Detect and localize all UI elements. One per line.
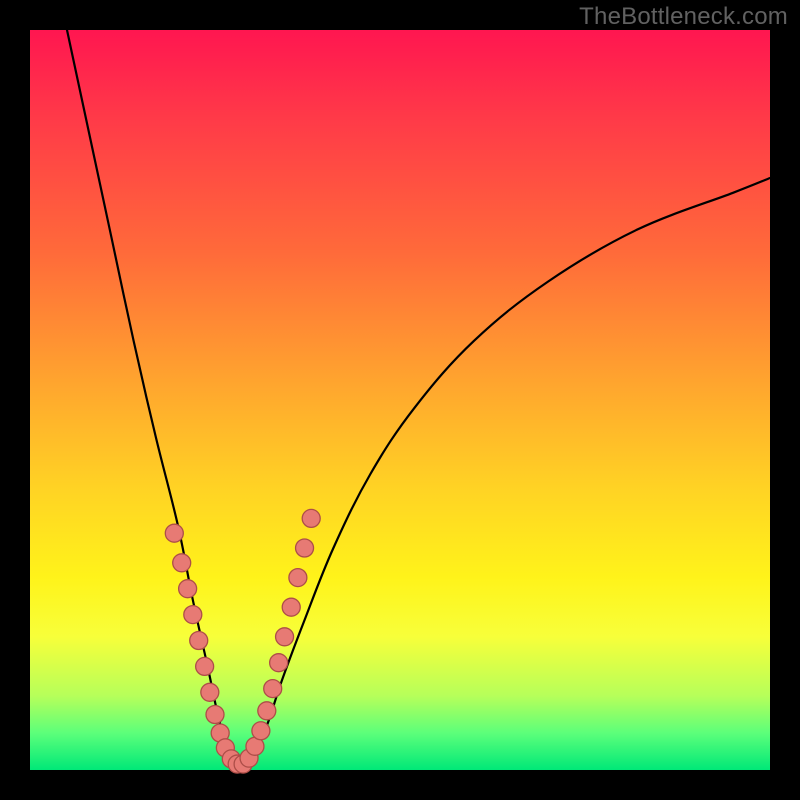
highlight-dot	[276, 628, 294, 646]
highlight-dot	[258, 702, 276, 720]
highlight-dot	[179, 580, 197, 598]
chart-svg	[30, 30, 770, 770]
highlight-dot	[173, 554, 191, 572]
highlight-dot	[201, 683, 219, 701]
highlight-dot	[190, 632, 208, 650]
highlight-dot	[296, 539, 314, 557]
highlight-dot	[302, 509, 320, 527]
highlight-dot	[165, 524, 183, 542]
chart-frame: TheBottleneck.com	[0, 0, 800, 800]
watermark-text: TheBottleneck.com	[579, 3, 788, 31]
highlight-dot	[282, 598, 300, 616]
highlight-dot	[264, 680, 282, 698]
highlight-dot	[196, 657, 214, 675]
chart-plot-area	[30, 30, 770, 770]
highlight-dot	[289, 569, 307, 587]
highlight-dot	[252, 722, 270, 740]
highlight-dot	[206, 706, 224, 724]
highlight-dot	[184, 606, 202, 624]
bottleneck-curve	[67, 30, 770, 766]
highlight-dot	[270, 654, 288, 672]
